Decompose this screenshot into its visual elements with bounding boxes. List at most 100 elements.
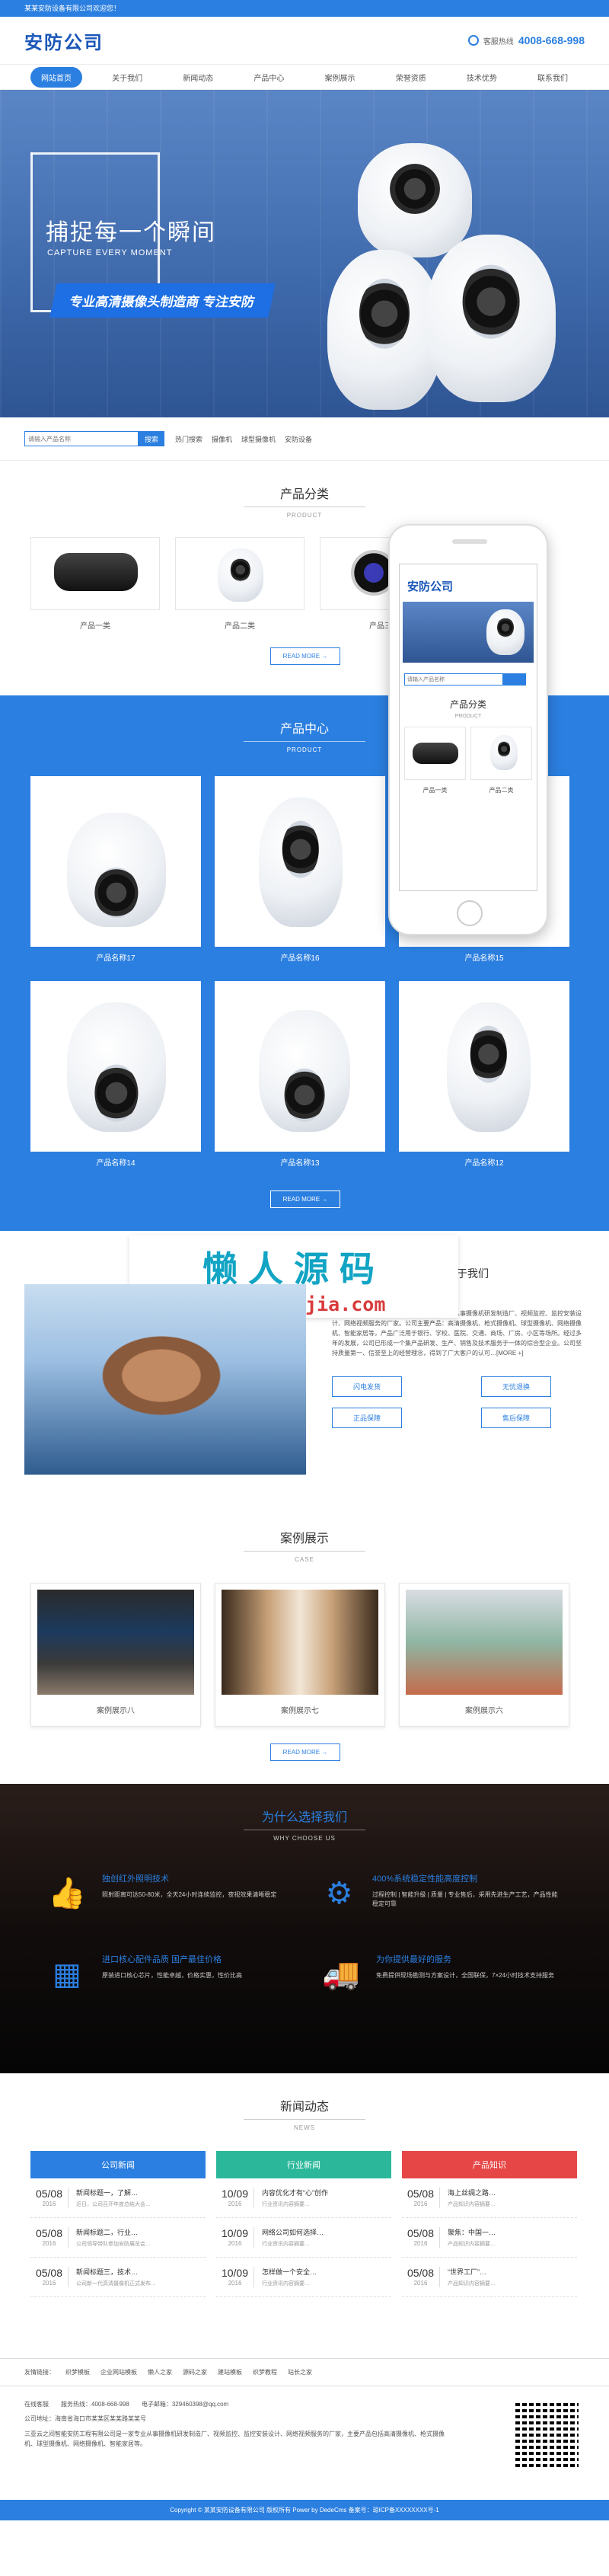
mobile-category-card[interactable]: 产品二类 [470, 727, 532, 794]
categories-more-button[interactable]: READ MORE → [270, 647, 340, 665]
mobile-category-label: 产品一类 [422, 787, 448, 794]
search-input[interactable] [24, 431, 139, 446]
camera-lens [497, 617, 514, 638]
mobile-search-input[interactable] [404, 673, 503, 686]
product-card[interactable]: 产品名称13 [215, 981, 385, 1172]
site-logo[interactable]: 安防公司 [24, 27, 104, 54]
hot-keywords: 热门搜索 摄像机 球型摄像机 安防设备 [175, 434, 312, 444]
camera-lens [359, 278, 410, 350]
reason-text: 免费提供现场勘测与方案设计，全国联保，7×24小时技术支持服务 [376, 1972, 555, 1979]
news-year: 2016 [413, 2200, 428, 2207]
news-item[interactable]: 10/09 2016 怎样做一个安全… 行业资讯内容摘要… [216, 2258, 391, 2297]
news-item[interactable]: 10/09 2016 网络公司如何选择… 行业资讯内容摘要… [216, 2218, 391, 2258]
category-card[interactable]: 产品一类 [30, 537, 160, 631]
main-nav: 网站首页 关于我们 新闻动态 产品中心 案例展示 荣誉资质 技术优势 联系我们 [0, 64, 609, 90]
category-section-title: 产品分类 PRODUCT [0, 461, 609, 519]
news-title: 网络公司如何选择… [262, 2229, 324, 2236]
news-summary: 公司新一代高清摄像机正式发布… [76, 2281, 156, 2287]
friend-link[interactable]: 织梦模板 [65, 2368, 90, 2376]
product-name: 产品名称15 [399, 947, 569, 967]
product-name: 产品名称13 [215, 1152, 385, 1172]
hot-keyword[interactable]: 球型摄像机 [241, 434, 276, 444]
product-name: 产品名称16 [215, 947, 385, 967]
nav-home[interactable]: 网站首页 [30, 66, 82, 88]
section-heading: 新闻动态 [279, 2101, 329, 2114]
product-name: 产品名称14 [30, 1152, 201, 1172]
about-heading: 关于我们 [446, 1267, 489, 1280]
products-more-button[interactable]: READ MORE → [270, 1191, 340, 1208]
news-item[interactable]: 05/08 2016 新闻标题三，技术… 公司新一代高清摄像机正式发布… [30, 2258, 206, 2297]
friend-link[interactable]: 织梦教程 [253, 2368, 277, 2376]
camera-image [259, 1010, 350, 1132]
camera-lens [498, 741, 510, 757]
hot-keyword[interactable]: 摄像机 [212, 434, 232, 444]
news-year: 2016 [413, 2240, 428, 2247]
news-item[interactable]: 05/08 2016 “世界工厂”… 产品知识内容摘要… [402, 2258, 577, 2297]
camera-image [447, 1002, 531, 1132]
mobile-banner [403, 602, 534, 663]
banner-headline: 捕捉每一个瞬间 [46, 220, 216, 245]
nav-products[interactable]: 产品中心 [243, 67, 295, 88]
camera-image [67, 1002, 166, 1132]
cases-more-button[interactable]: READ MORE → [270, 1743, 340, 1761]
nav-about[interactable]: 关于我们 [101, 67, 153, 88]
camera-image [490, 735, 518, 770]
friend-link[interactable]: 建站模板 [218, 2368, 242, 2376]
hot-keyword[interactable]: 安防设备 [285, 434, 312, 444]
news-item[interactable]: 05/08 2016 聚焦：中国一… 产品知识内容摘要… [402, 2218, 577, 2258]
friend-link[interactable]: 站长之家 [288, 2368, 312, 2376]
product-card[interactable]: 产品名称17 [30, 776, 201, 967]
section-subheading: CASE [295, 1556, 314, 1563]
camera-lens [282, 820, 320, 878]
news-column-header[interactable]: 产品知识 [402, 2151, 577, 2178]
product-card[interactable]: 产品名称16 [215, 776, 385, 967]
mobile-category-card[interactable]: 产品一类 [404, 727, 466, 794]
news-item[interactable]: 05/08 2016 新闻标题二，行业… 公司领导带队参加安防展览会… [30, 2218, 206, 2258]
badge-genuine[interactable]: 正品保障 [332, 1408, 402, 1428]
news-title: 怎样做一个安全… [262, 2268, 317, 2276]
badge-after-sales[interactable]: 售后保障 [481, 1408, 551, 1428]
search-button[interactable]: 搜索 [139, 431, 164, 446]
mobile-screen: 安防公司 产品分类 PRODUCT 产品一类 产品二类 [399, 564, 537, 891]
news-item[interactable]: 10/09 2016 内容优化才有“心”创作 行业资讯内容摘要… [216, 2178, 391, 2218]
case-card[interactable]: 案例展示七 [215, 1583, 385, 1727]
news-year: 2016 [228, 2240, 242, 2247]
hot-label: 热门搜索 [175, 435, 203, 443]
nav-tech[interactable]: 技术优势 [456, 67, 508, 88]
news-date: 10/09 2016 [221, 2227, 254, 2248]
mobile-logo: 安防公司 [407, 580, 454, 593]
friend-link[interactable]: 企业网站模板 [100, 2368, 137, 2376]
news-day: 10/09 [221, 2267, 249, 2279]
camera-image [67, 813, 166, 927]
friend-link[interactable]: 懒人之家 [148, 2368, 172, 2376]
section-subheading: WHY CHOOSE US [273, 1835, 336, 1842]
product-card[interactable]: 产品名称12 [399, 981, 569, 1172]
service-badges: 闪电发货 无忧退换 正品保障 售后保障 [332, 1376, 585, 1428]
product-card[interactable]: 产品名称14 [30, 981, 201, 1172]
news-day: 05/08 [35, 2188, 63, 2200]
news-column-header[interactable]: 公司新闻 [30, 2151, 206, 2178]
mobile-search-button[interactable] [503, 673, 526, 686]
hero-banner[interactable]: 捕捉每一个瞬间 CAPTURE EVERY MOMENT 专业高清摄像头制造商 … [0, 90, 609, 417]
badge-easy-return[interactable]: 无忧退换 [481, 1376, 551, 1397]
news-item[interactable]: 05/08 2016 海上丝绸之路… 产品知识内容摘要… [402, 2178, 577, 2218]
nav-news[interactable]: 新闻动态 [172, 67, 224, 88]
product-image [37, 987, 195, 1147]
mobile-category-list: 产品一类 产品二类 [400, 719, 537, 802]
friend-link[interactable]: 源码之家 [183, 2368, 207, 2376]
badge-fast-delivery[interactable]: 闪电发货 [332, 1376, 402, 1397]
news-item[interactable]: 05/08 2016 新闻标题一，了解… 近日，公司召开年度总结大会… [30, 2178, 206, 2218]
nav-honors[interactable]: 荣誉资质 [385, 67, 437, 88]
news-column-header[interactable]: 行业新闻 [216, 2151, 391, 2178]
bullet-camera-image [30, 537, 160, 610]
friend-links: 友情链接： 织梦模板 企业网站模板 懒人之家 源码之家 建站模板 织梦教程 站长… [0, 2358, 609, 2386]
category-card[interactable]: 产品二类 [175, 537, 304, 631]
nav-cases[interactable]: 案例展示 [314, 67, 366, 88]
case-card[interactable]: 案例展示六 [399, 1583, 569, 1727]
case-card[interactable]: 案例展示八 [30, 1583, 201, 1727]
news-day: 05/08 [35, 2267, 63, 2279]
online-service[interactable]: 在线客服 [24, 2400, 49, 2408]
nav-contact[interactable]: 联系我们 [527, 67, 579, 88]
news-title: 内容优化才有“心”创作 [262, 2189, 328, 2197]
case-grid: 案例展示八 案例展示七 案例展示六 [0, 1563, 609, 1727]
